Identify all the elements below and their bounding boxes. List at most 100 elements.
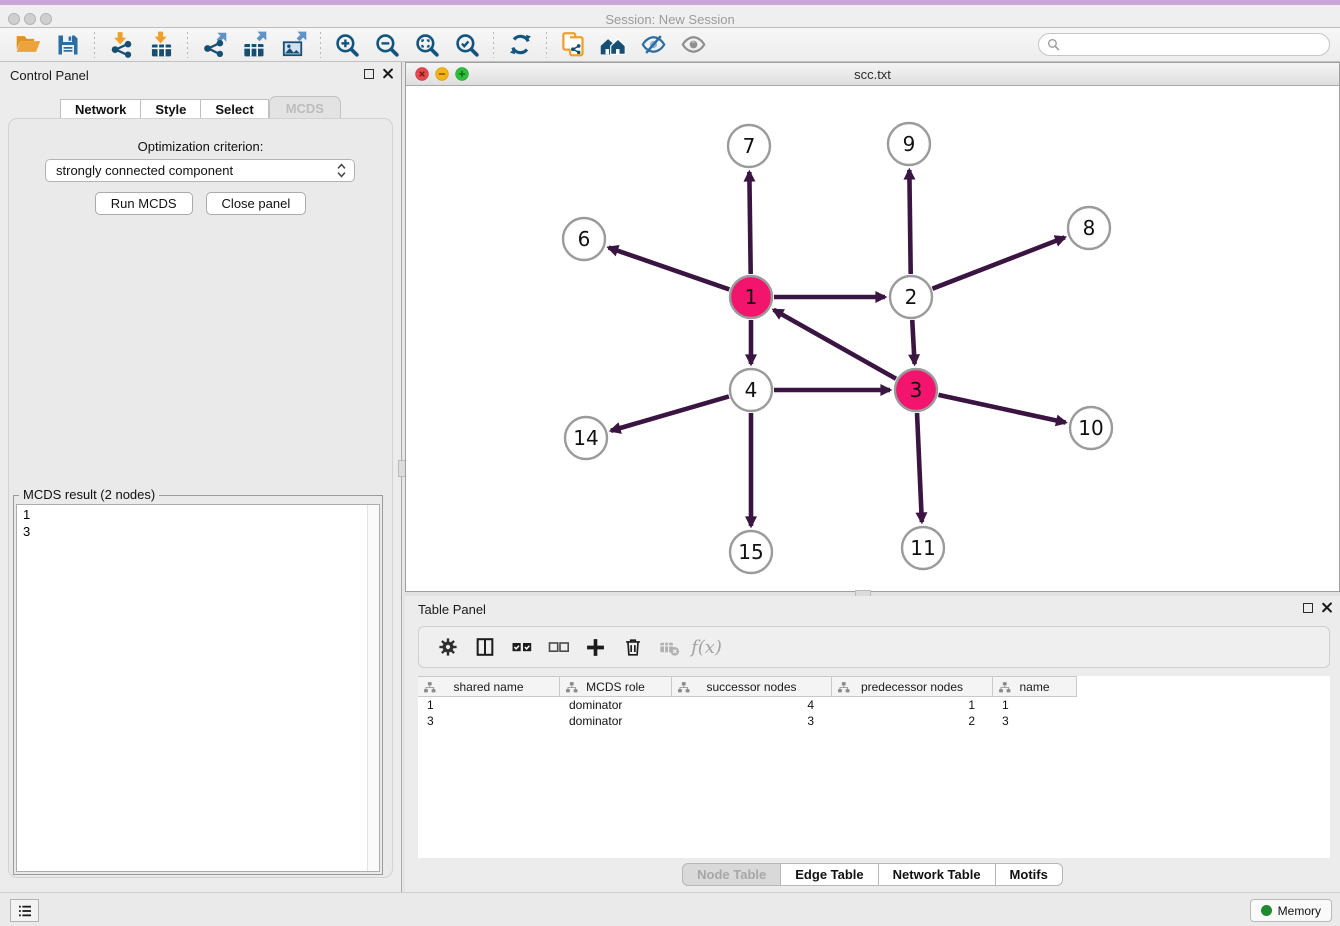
table-row[interactable]: 1dominator411 xyxy=(418,697,1330,713)
column-label: successor nodes xyxy=(706,680,796,694)
float-panel-icon[interactable] xyxy=(1303,603,1313,613)
graph-node-6[interactable]: 6 xyxy=(563,218,605,260)
zoom-in-button[interactable] xyxy=(327,30,367,60)
import-table-button[interactable] xyxy=(141,30,181,60)
graph-edge-2-9[interactable] xyxy=(909,170,910,274)
tab-edge-table[interactable]: Edge Table xyxy=(781,863,878,886)
function-builder-button[interactable]: f(x) xyxy=(688,630,725,664)
svg-text:9: 9 xyxy=(903,132,916,156)
graph-node-3[interactable]: 3 xyxy=(895,369,937,411)
graph-node-1[interactable]: 1 xyxy=(730,276,772,318)
graph-node-9[interactable]: 9 xyxy=(888,123,930,165)
table-cell[interactable]: 2 xyxy=(832,714,993,728)
graph-edge-1-7[interactable] xyxy=(749,172,750,274)
clone-network-icon xyxy=(560,31,587,58)
dropdown-selected-value: strongly connected component xyxy=(56,163,335,178)
graph-node-7[interactable]: 7 xyxy=(728,125,770,167)
optimization-criterion-dropdown[interactable]: strongly connected component xyxy=(45,159,355,182)
zoom-fit-icon xyxy=(414,32,440,58)
delete-table-button[interactable] xyxy=(651,630,688,664)
svg-text:1: 1 xyxy=(745,285,758,309)
graph-node-2[interactable]: 2 xyxy=(890,276,932,318)
gear-icon xyxy=(437,636,459,658)
import-network-button[interactable] xyxy=(101,30,141,60)
graph-edge-3-11[interactable] xyxy=(917,413,922,522)
add-row-button[interactable] xyxy=(577,630,614,664)
svg-text:15: 15 xyxy=(738,540,763,564)
graph-edge-2-8[interactable] xyxy=(932,237,1064,288)
save-session-button[interactable] xyxy=(48,30,88,60)
graph-node-4[interactable]: 4 xyxy=(730,369,772,411)
column-header-name[interactable]: name xyxy=(993,677,1077,697)
column-label: predecessor nodes xyxy=(861,680,963,694)
close-panel-icon[interactable] xyxy=(1321,602,1332,613)
graph-node-8[interactable]: 8 xyxy=(1068,207,1110,249)
graph-node-11[interactable]: 11 xyxy=(902,527,944,569)
graph-edge-3-1[interactable] xyxy=(774,310,896,379)
home-button[interactable] xyxy=(593,30,633,60)
tab-select[interactable]: Select xyxy=(201,99,268,120)
svg-text:3: 3 xyxy=(910,378,923,402)
clone-network-button[interactable] xyxy=(553,30,593,60)
show-all-button[interactable] xyxy=(673,30,713,60)
delete-row-button[interactable] xyxy=(614,630,651,664)
search-input[interactable] xyxy=(1064,36,1329,54)
column-header-predecessor-nodes[interactable]: predecessor nodes xyxy=(832,677,993,697)
column-label: name xyxy=(1019,680,1049,694)
result-scrollbar[interactable] xyxy=(367,505,379,871)
close-panel-button[interactable]: Close panel xyxy=(206,192,307,215)
tab-mcds[interactable]: MCDS xyxy=(269,96,341,120)
show-columns-button[interactable] xyxy=(466,630,503,664)
fx-icon: f(x) xyxy=(691,637,722,658)
tab-style[interactable]: Style xyxy=(141,99,201,120)
graph-node-14[interactable]: 14 xyxy=(565,417,607,459)
columns-icon xyxy=(474,636,496,658)
deselect-all-columns-button[interactable] xyxy=(540,630,577,664)
mcds-result-title: MCDS result (2 nodes) xyxy=(19,487,159,502)
graph-node-15[interactable]: 15 xyxy=(730,531,772,573)
zoom-fit-button[interactable] xyxy=(407,30,447,60)
task-history-button[interactable] xyxy=(10,899,39,922)
graph-edge-4-14[interactable] xyxy=(611,396,729,430)
export-table-button[interactable] xyxy=(234,30,274,60)
network-canvas[interactable]: 1 2 3 4 6 7 8 9 10 11 14 15 xyxy=(406,86,1339,591)
graph-edge-2-3[interactable] xyxy=(912,320,914,364)
table-cell[interactable]: dominator xyxy=(560,698,672,712)
table-cell[interactable]: 3 xyxy=(418,714,560,728)
network-window-titlebar[interactable]: scc.txt xyxy=(406,63,1339,86)
float-panel-icon[interactable] xyxy=(364,69,374,79)
graph-edge-1-6[interactable] xyxy=(609,248,730,290)
table-cell[interactable]: dominator xyxy=(560,714,672,728)
tab-network-table[interactable]: Network Table xyxy=(879,863,996,886)
table-cell[interactable]: 4 xyxy=(672,698,832,712)
export-network-button[interactable] xyxy=(194,30,234,60)
search-box[interactable] xyxy=(1038,33,1330,56)
graph-node-10[interactable]: 10 xyxy=(1070,407,1112,449)
table-cell[interactable]: 3 xyxy=(993,714,1077,728)
hide-selected-button[interactable] xyxy=(633,30,673,60)
close-panel-icon[interactable] xyxy=(382,68,393,79)
run-mcds-button[interactable]: Run MCDS xyxy=(95,192,193,215)
table-cell[interactable]: 1 xyxy=(418,698,560,712)
graph-edge-3-10[interactable] xyxy=(938,395,1065,423)
zoom-selected-button[interactable] xyxy=(447,30,487,60)
table-cell[interactable]: 3 xyxy=(672,714,832,728)
memory-button[interactable]: Memory xyxy=(1250,899,1332,922)
eye-slash-icon xyxy=(640,31,667,58)
tab-node-table[interactable]: Node Table xyxy=(682,863,781,886)
zoom-out-button[interactable] xyxy=(367,30,407,60)
export-image-button[interactable] xyxy=(274,30,314,60)
tab-motifs[interactable]: Motifs xyxy=(996,863,1063,886)
table-settings-button[interactable] xyxy=(429,630,466,664)
table-row[interactable]: 3dominator323 xyxy=(418,713,1330,729)
tab-network[interactable]: Network xyxy=(60,99,141,120)
column-header-MCDS-role[interactable]: MCDS role xyxy=(560,677,672,697)
open-session-button[interactable] xyxy=(8,30,48,60)
table-cell[interactable]: 1 xyxy=(993,698,1077,712)
column-header-shared-name[interactable]: shared name xyxy=(418,677,560,697)
mcds-result-text[interactable]: 1 3 xyxy=(16,504,380,872)
table-cell[interactable]: 1 xyxy=(832,698,993,712)
select-all-columns-button[interactable] xyxy=(503,630,540,664)
column-header-successor-nodes[interactable]: successor nodes xyxy=(672,677,832,697)
refresh-button[interactable] xyxy=(500,30,540,60)
